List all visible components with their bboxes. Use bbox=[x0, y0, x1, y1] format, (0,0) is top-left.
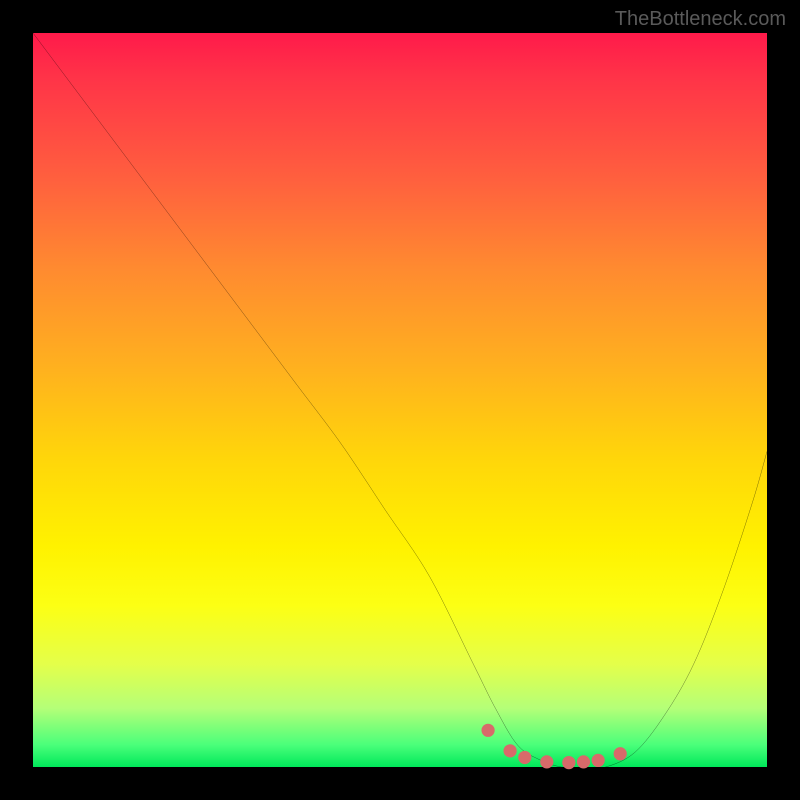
marker-dot bbox=[518, 751, 531, 764]
bottleneck-curve bbox=[33, 33, 767, 768]
marker-dot bbox=[540, 755, 553, 768]
plot-area bbox=[33, 33, 767, 767]
marker-dot bbox=[503, 744, 516, 757]
bottom-markers bbox=[481, 724, 626, 770]
marker-dot bbox=[577, 755, 590, 768]
marker-dot bbox=[562, 756, 575, 769]
marker-dot bbox=[481, 724, 494, 737]
marker-dot bbox=[614, 747, 627, 760]
watermark-text: TheBottleneck.com bbox=[615, 8, 786, 31]
chart-svg bbox=[33, 33, 767, 767]
marker-dot bbox=[592, 754, 605, 767]
